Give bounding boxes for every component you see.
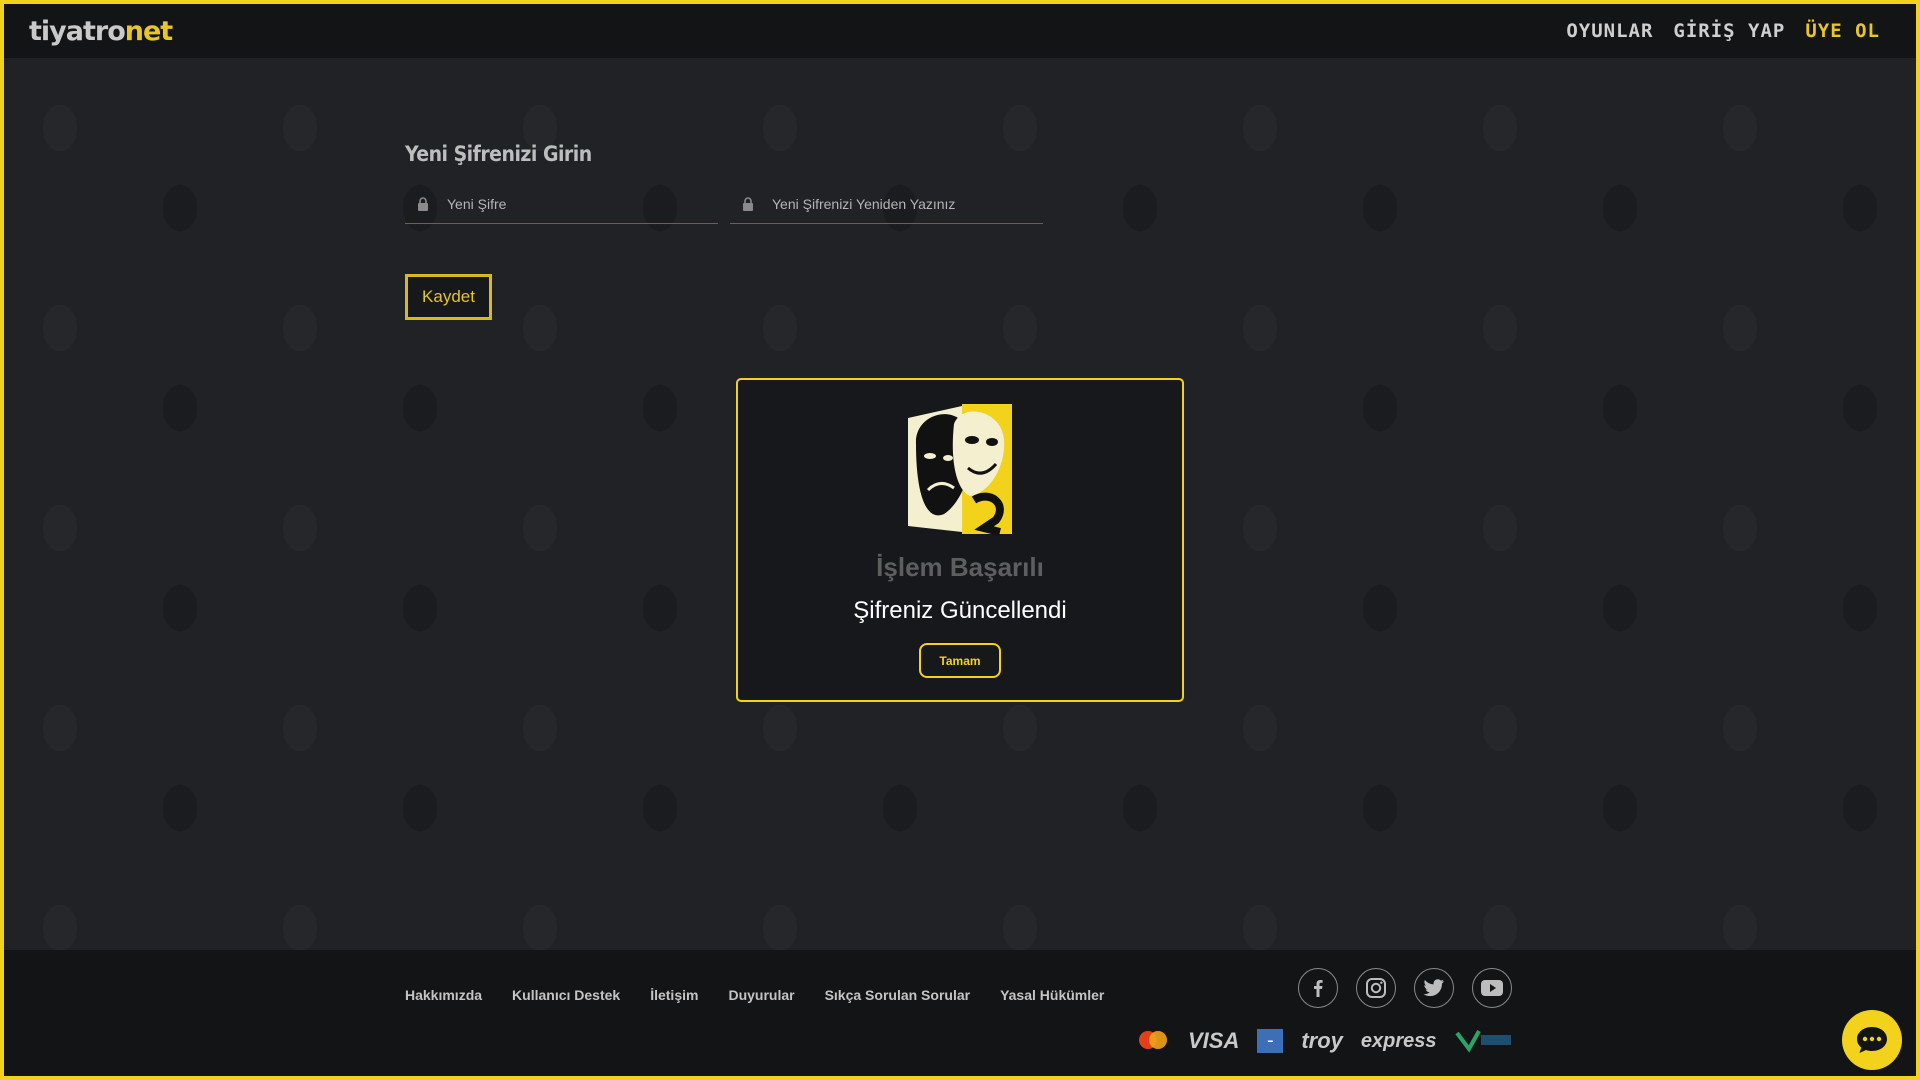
nav-login-link[interactable]: GİRİŞ YAP [1673, 20, 1785, 42]
nav-plays-link[interactable]: OYUNLAR [1566, 20, 1653, 42]
footer-link-support[interactable]: Kullanıcı Destek [512, 987, 620, 1003]
footer-link-contact[interactable]: İletişim [650, 987, 698, 1003]
facebook-icon[interactable] [1298, 968, 1338, 1008]
footer-link-faq[interactable]: Sıkça Sorulan Sorular [825, 987, 971, 1003]
amex-logo: ▬ [1257, 1029, 1284, 1053]
site-header: tiyatronet OYUNLAR GİRİŞ YAP ÜYE OL [4, 4, 1916, 58]
visa-logo: VISA [1188, 1028, 1240, 1053]
guarantee-logo [1454, 1030, 1511, 1053]
footer-link-announcements[interactable]: Duyurular [728, 987, 794, 1003]
site-logo[interactable]: tiyatronet [29, 15, 173, 47]
express-logo: express [1360, 1029, 1437, 1052]
form-title: Yeni Şifrenizi Girin [405, 142, 592, 166]
new-password-input[interactable] [445, 194, 718, 213]
footer-link-legal[interactable]: Yasal Hükümler [1000, 987, 1104, 1003]
confirm-password-field [730, 184, 1043, 224]
footer-link-about[interactable]: Hakkımızda [405, 987, 482, 1003]
youtube-icon[interactable] [1472, 968, 1512, 1008]
troy-logo: troy [1301, 1028, 1343, 1053]
main-nav: OYUNLAR GİRİŞ YAP ÜYE OL [1566, 20, 1880, 42]
new-password-field [405, 184, 718, 224]
chat-icon[interactable] [1842, 1010, 1902, 1070]
save-button[interactable]: Kaydet [405, 274, 492, 320]
payment-logos: VISA ▬ troy express [1136, 1028, 1513, 1054]
modal-title: İşlem Başarılı [876, 552, 1044, 582]
lock-icon [743, 196, 753, 211]
confirm-password-input[interactable] [770, 194, 1043, 213]
password-reset-form: Yeni Şifrenizi Girin Kaydet [405, 142, 1045, 320]
success-modal: İşlem Başarılı Şifreniz Güncellendi Tama… [736, 378, 1184, 702]
modal-message: Şifreniz Güncellendi [853, 597, 1067, 624]
logo-text-main: tiyatro [29, 15, 126, 47]
social-links [1298, 968, 1512, 1008]
instagram-icon[interactable] [1356, 968, 1396, 1008]
logo-text-accent: net [124, 15, 173, 47]
ok-button[interactable]: Tamam [919, 643, 1001, 678]
twitter-icon[interactable] [1414, 968, 1454, 1008]
mastercard-logo [1139, 1031, 1167, 1049]
lock-icon [418, 196, 428, 211]
theatre-masks-icon [908, 404, 1012, 536]
nav-signup-link[interactable]: ÜYE OL [1805, 20, 1880, 42]
site-footer: Hakkımızda Kullanıcı Destek İletişim Duy… [4, 950, 1916, 1076]
footer-links: Hakkımızda Kullanıcı Destek İletişim Duy… [405, 987, 1104, 1003]
